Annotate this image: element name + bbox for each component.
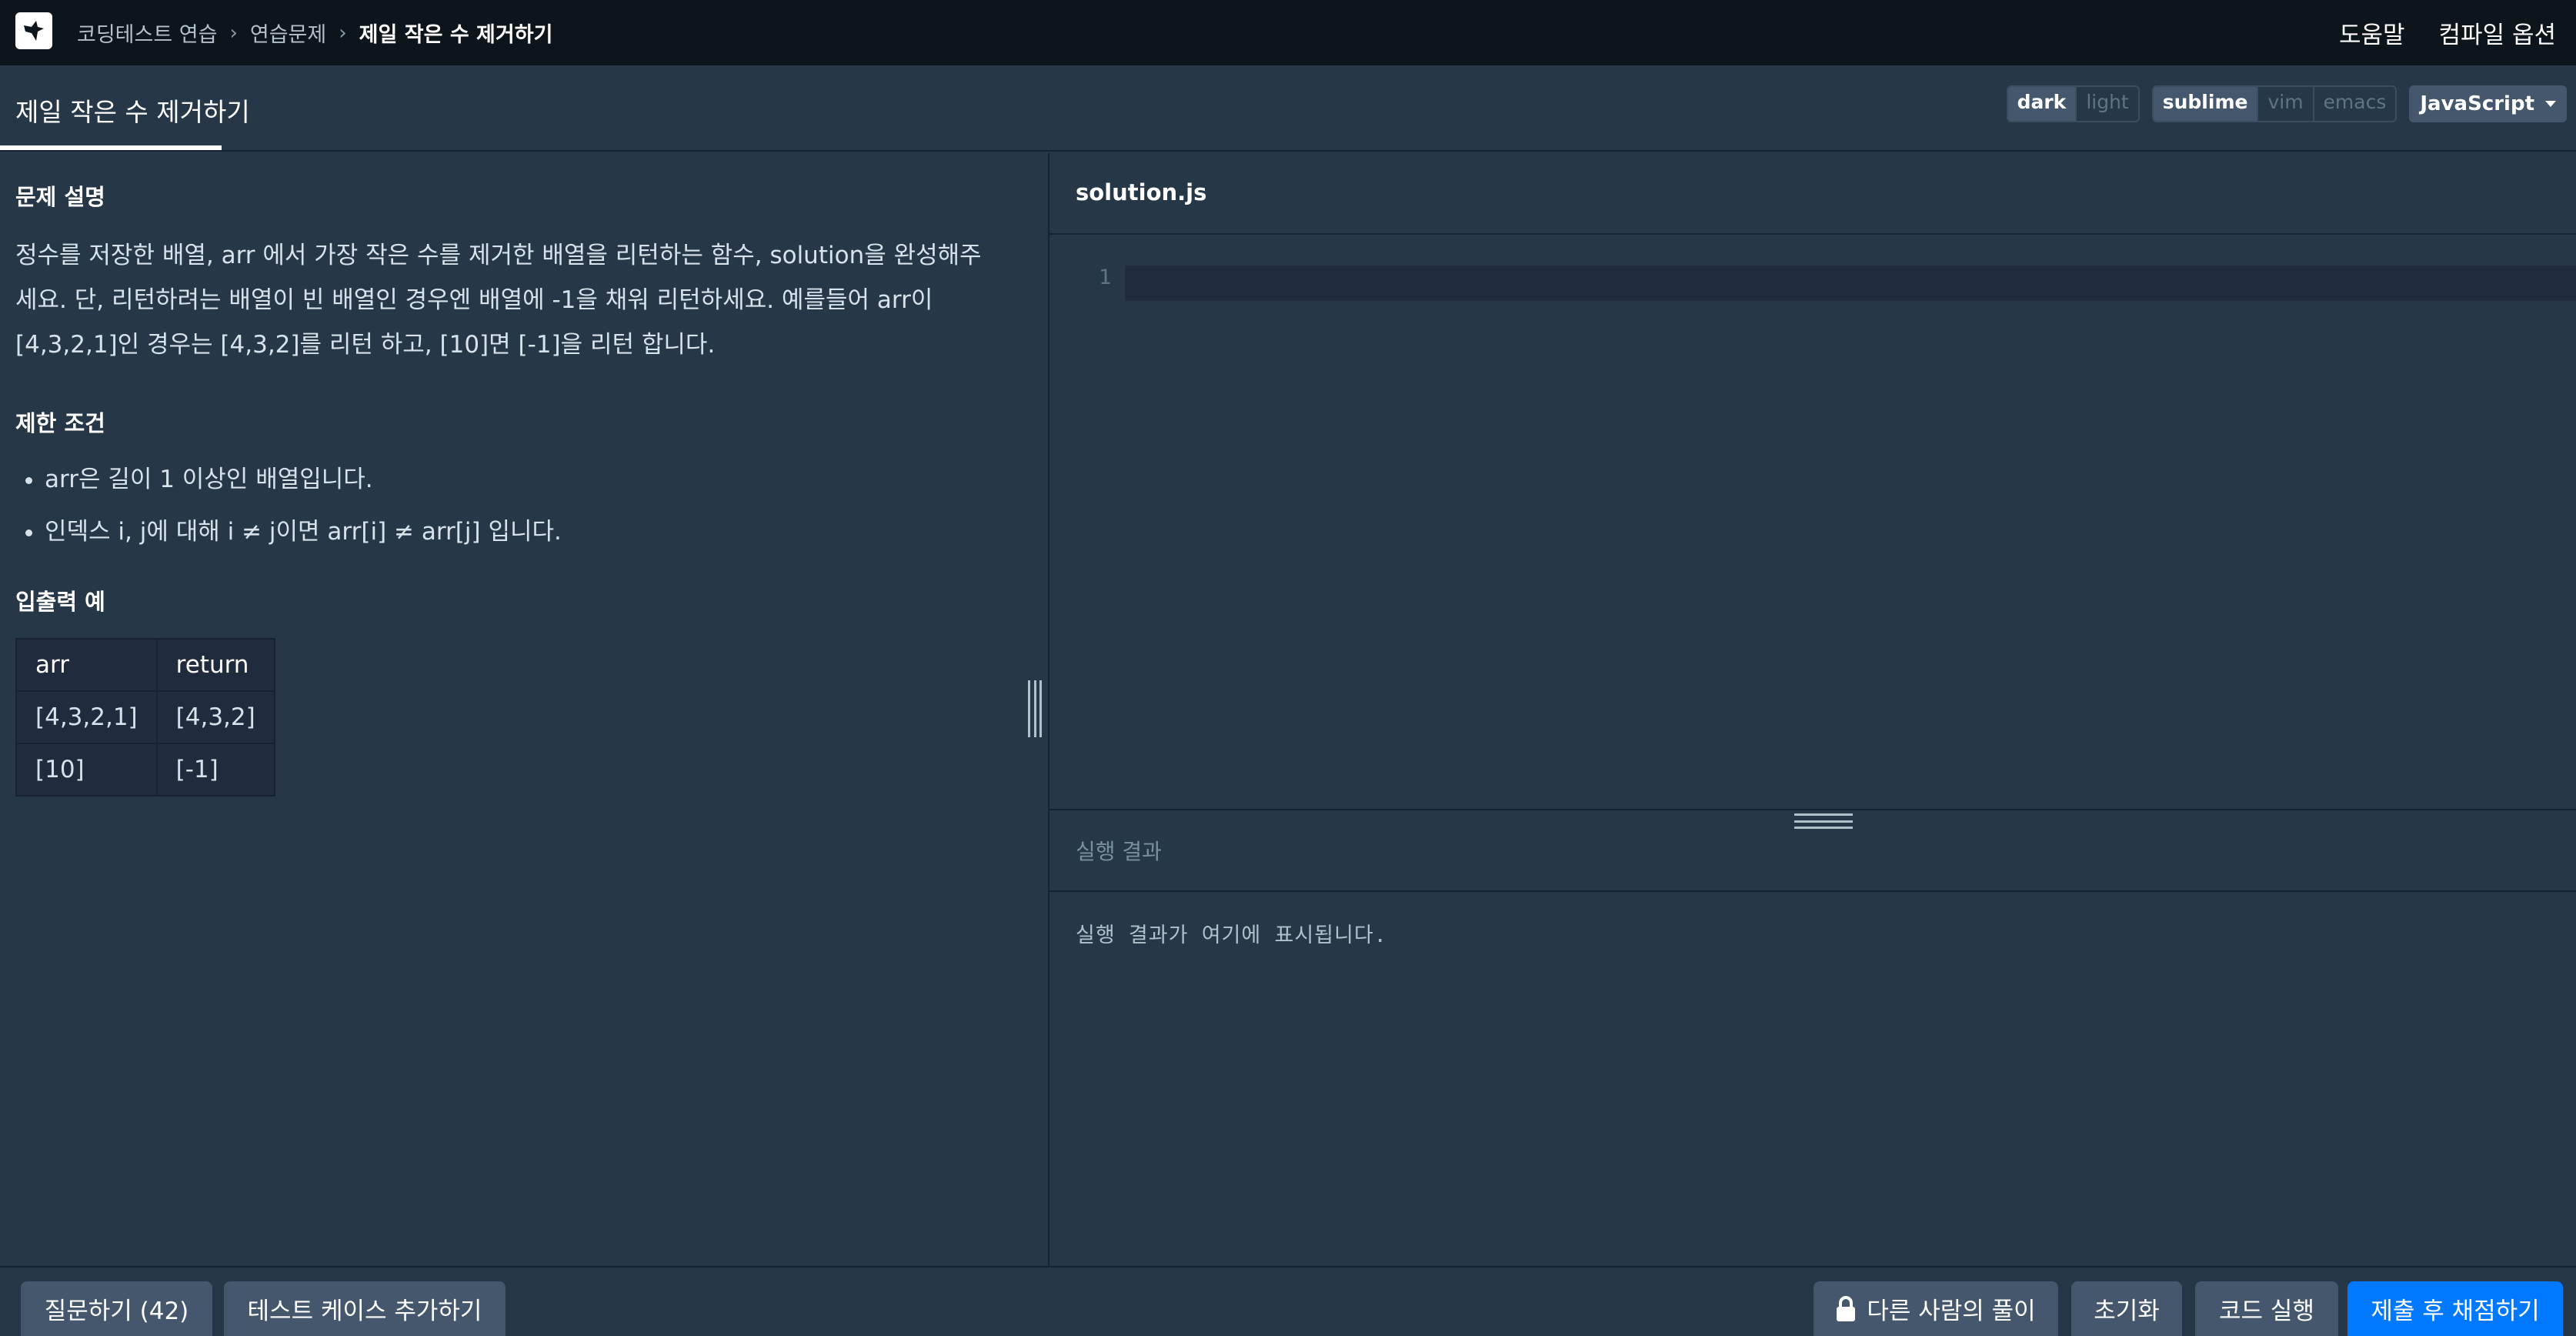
constraints-heading: 제한 조건 <box>15 410 105 436</box>
keymap-vim-button[interactable]: vim <box>2257 87 2312 121</box>
submit-button[interactable]: 제출 후 채점하기 <box>2347 1281 2563 1336</box>
examples-heading: 입출력 예 <box>15 589 105 615</box>
theme-toggle: dark light <box>2006 85 2140 122</box>
keymap-emacs-button[interactable]: emacs <box>2312 87 2396 121</box>
language-select[interactable]: JavaScript <box>2409 85 2567 122</box>
table-cell: [10] <box>15 743 158 797</box>
editor-filename: solution.js <box>1076 179 1207 205</box>
breadcrumb-coding-test[interactable]: 코딩테스트 연습 <box>77 18 217 48</box>
examples-table: arr return [4,3,2,1] [4,3,2] [10] [-1] <box>15 638 275 797</box>
run-code-button[interactable]: 코드 실행 <box>2195 1281 2338 1336</box>
constraint-item: arr은 길이 1 이상인 배열입니다. <box>45 453 562 506</box>
submit-label: 제출 후 채점하기 <box>2371 1298 2540 1325</box>
programmers-logo-icon[interactable] <box>15 12 52 49</box>
description-line: 정수를 저장한 배열, arr 에서 가장 작은 수를 제거한 배열을 리턴하는… <box>15 242 982 269</box>
result-title: 실행 결과 <box>1076 839 1162 864</box>
breadcrumb: 코딩테스트 연습 › 연습문제 › 제일 작은 수 제거하기 <box>77 0 552 65</box>
run-code-label: 코드 실행 <box>2219 1298 2314 1325</box>
horizontal-resize-handle[interactable] <box>1794 813 1853 829</box>
add-testcase-label: 테스트 케이스 추가하기 <box>247 1298 482 1325</box>
language-select-value: JavaScript <box>2420 92 2534 115</box>
result-output: 실행 결과가 여기에 표시됩니다. <box>1076 924 1387 947</box>
caret-down-icon <box>2545 101 2556 107</box>
help-link[interactable]: 도움말 <box>2339 15 2405 50</box>
theme-light-button[interactable]: light <box>2075 87 2137 121</box>
table-header-row: arr return <box>15 638 275 692</box>
editor-panel: solution.js 1 실행 결과 실행 결과가 여기에 표시됩니다. <box>1048 153 2576 1266</box>
others-solutions-button[interactable]: 다른 사람의 풀이 <box>1814 1281 2058 1336</box>
description-heading: 문제 설명 <box>15 184 105 210</box>
top-nav: 코딩테스트 연습 › 연습문제 › 제일 작은 수 제거하기 도움말 컴파일 옵… <box>0 0 2576 65</box>
chevron-right-icon: › <box>229 21 238 45</box>
breadcrumb-current: 제일 작은 수 제거하기 <box>359 23 553 47</box>
tab-problem-label: 제일 작은 수 제거하기 <box>15 97 250 127</box>
table-header-cell: return <box>155 638 275 692</box>
add-testcase-button[interactable]: 테스트 케이스 추가하기 <box>224 1281 506 1336</box>
theme-dark-button[interactable]: dark <box>2007 87 2076 121</box>
table-header-cell: arr <box>15 638 158 692</box>
lock-icon <box>1836 1295 1856 1322</box>
reset-label: 초기화 <box>2094 1298 2160 1325</box>
problem-panel: 문제 설명 정수를 저장한 배열, arr 에서 가장 작은 수를 제거한 배열… <box>0 153 1047 1266</box>
ask-question-button[interactable]: 질문하기 (42) <box>21 1281 212 1336</box>
constraint-item: 인덱스 i, j에 대해 i ≠ j이면 arr[i] ≠ arr[j] 입니다… <box>45 506 562 558</box>
top-links: 도움말 컴파일 옵션 <box>2339 0 2556 65</box>
ask-question-label: 질문하기 (42) <box>44 1298 189 1325</box>
table-row: [4,3,2,1] [4,3,2] <box>15 690 275 744</box>
table-row: [10] [-1] <box>15 743 275 797</box>
others-solutions-label: 다른 사람의 풀이 <box>1867 1298 2036 1325</box>
chevron-right-icon: › <box>339 21 347 45</box>
tab-bar: 제일 작은 수 제거하기 dark light sublime vim emac… <box>0 65 2576 152</box>
compile-options-link[interactable]: 컴파일 옵션 <box>2439 15 2556 50</box>
editor-file-header: solution.js <box>1049 153 2576 235</box>
code-editor[interactable]: 1 <box>1049 236 2576 809</box>
tab-active-indicator <box>0 145 222 150</box>
breadcrumb-practice[interactable]: 연습문제 <box>250 18 326 48</box>
table-cell: [4,3,2] <box>155 690 275 744</box>
table-cell: [4,3,2,1] <box>15 690 158 744</box>
table-cell: [-1] <box>155 743 275 797</box>
keymap-sublime-button[interactable]: sublime <box>2153 87 2257 121</box>
vertical-resize-handle[interactable] <box>1028 680 1042 737</box>
editor-toggles: dark light sublime vim emacs JavaScript <box>2006 85 2567 122</box>
problem-description: 정수를 저장한 배열, arr 에서 가장 작은 수를 제거한 배열을 리턴하는… <box>15 233 1016 367</box>
bottom-toolbar: 질문하기 (42) 테스트 케이스 추가하기 다른 사람의 풀이 초기화 코드 … <box>0 1266 2576 1336</box>
line-number: 1 <box>1099 266 1112 289</box>
active-line-highlight[interactable] <box>1125 266 2576 301</box>
description-line: [4,3,2,1]인 경우는 [4,3,2]를 리턴 하고, [10]면 [-1… <box>15 331 716 359</box>
description-line: 세요. 단, 리턴하려는 배열이 빈 배열인 경우엔 배열에 -1을 채워 리턴… <box>15 286 933 314</box>
reset-button[interactable]: 초기화 <box>2071 1281 2182 1336</box>
keymap-toggle: sublime vim emacs <box>2151 85 2397 122</box>
tab-problem[interactable]: 제일 작은 수 제거하기 <box>15 65 250 152</box>
constraints-list: arr은 길이 1 이상인 배열입니다. 인덱스 i, j에 대해 i ≠ j이… <box>15 453 562 558</box>
